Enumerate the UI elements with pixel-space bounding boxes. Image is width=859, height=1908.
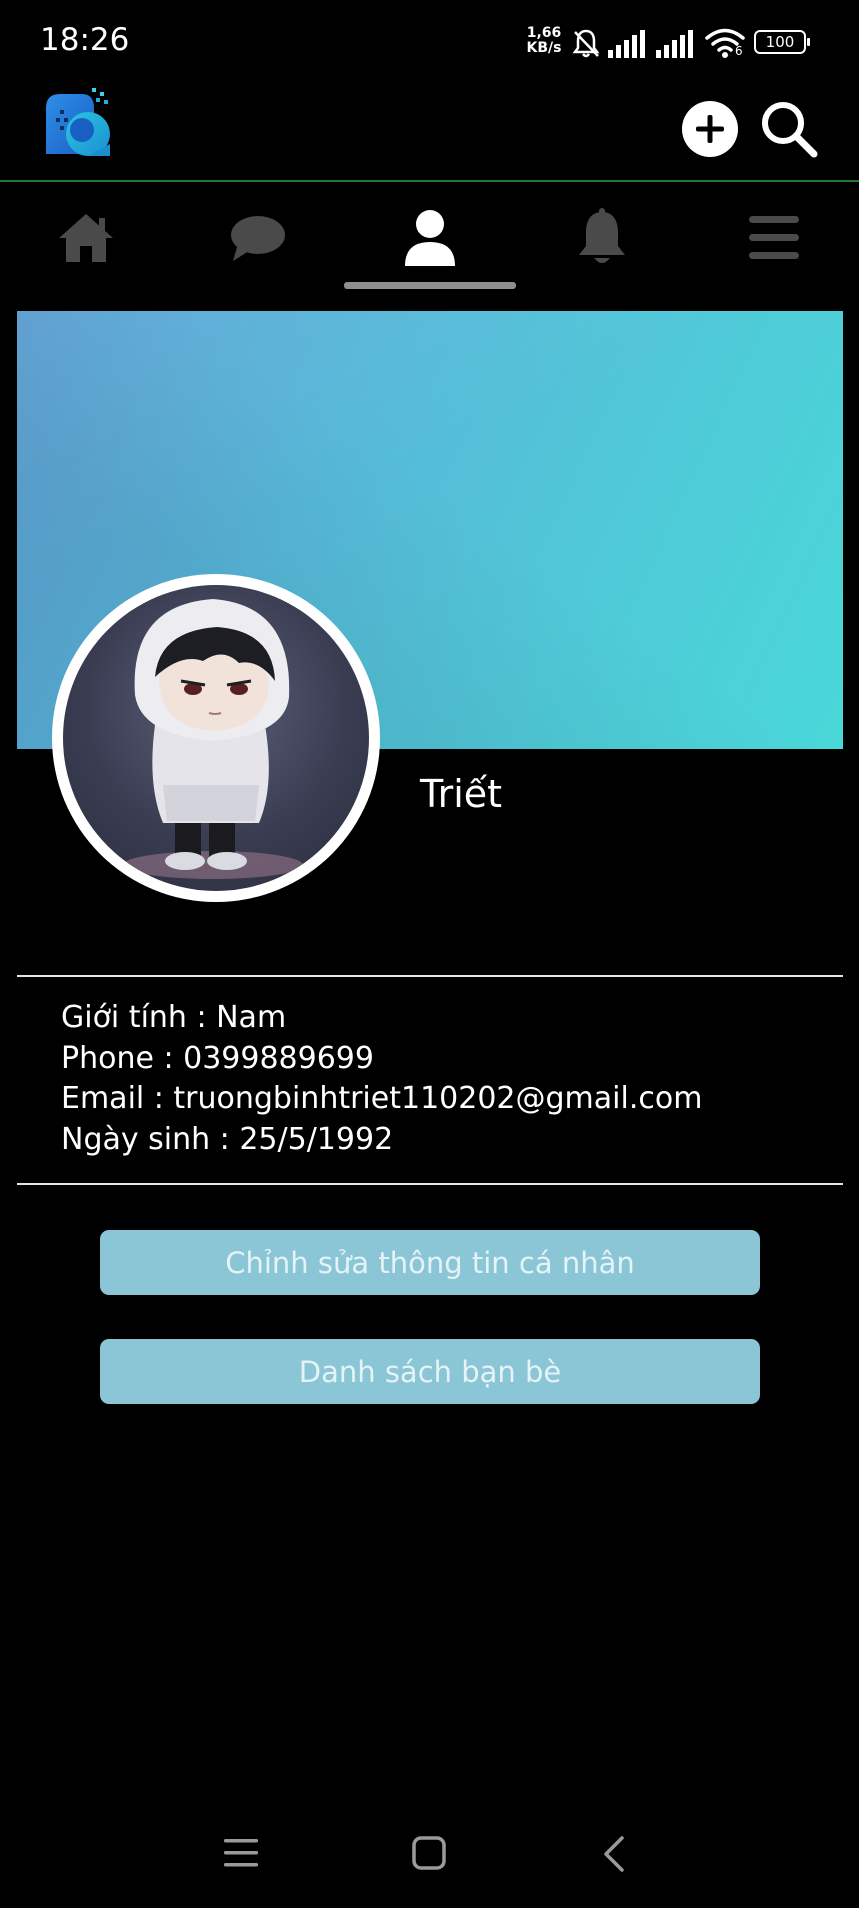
menu-icon (749, 216, 799, 259)
system-nav-bar (0, 1810, 859, 1908)
status-time: 18:26 (40, 22, 130, 58)
avatar-image (63, 585, 369, 891)
add-button[interactable] (682, 101, 738, 157)
avatar-figure-icon (123, 599, 303, 879)
tab-notifications[interactable] (516, 184, 688, 292)
top-bar (0, 84, 859, 182)
search-icon (762, 102, 818, 158)
network-speed: 1,66 KB/s (524, 26, 564, 56)
birthday-field: Ngày sinh : 25/5/1992 (61, 1121, 394, 1157)
edit-profile-button[interactable]: Chỉnh sửa thông tin cá nhân (100, 1230, 760, 1295)
bell-icon (579, 208, 625, 263)
main-nav (0, 184, 859, 292)
signal-icon-2 (656, 30, 693, 58)
friends-list-button[interactable]: Danh sách bạn bè (100, 1339, 760, 1404)
tab-profile[interactable] (344, 184, 516, 292)
back-icon[interactable] (602, 1836, 626, 1872)
tab-home[interactable] (0, 184, 172, 292)
plus-icon (696, 115, 724, 143)
search-button[interactable] (758, 98, 820, 160)
home-icon (59, 214, 113, 262)
network-speed-value: 1,66 (526, 25, 562, 41)
home-square-icon[interactable] (412, 1836, 446, 1870)
avatar[interactable] (52, 574, 380, 902)
bell-muted-icon (572, 29, 600, 58)
active-tab-indicator (344, 282, 516, 289)
profile-name: Triết (420, 772, 503, 816)
network-type-label: 6 (735, 44, 743, 58)
info-divider-top (17, 975, 843, 977)
status-bar: 18:26 1,66 KB/s 6 100 (0, 0, 859, 84)
app-logo-icon (46, 88, 110, 156)
tab-menu[interactable] (688, 184, 859, 292)
profile-info: Giới tính : Nam Phone : 0399889699 Email… (61, 998, 702, 1160)
tab-messages[interactable] (172, 184, 344, 292)
email-field: Email : truongbinhtriet110202@gmail.com (61, 1081, 703, 1116)
user-icon (405, 210, 455, 266)
signal-icon (608, 30, 645, 58)
network-speed-unit: KB/s (526, 40, 562, 56)
battery-indicator: 100 (754, 30, 810, 54)
info-divider-bottom (17, 1183, 843, 1185)
phone-field: Phone : 0399889699 (61, 1040, 374, 1076)
recents-icon[interactable] (224, 1838, 258, 1868)
chat-icon (231, 216, 285, 261)
gender-field: Giới tính : Nam (61, 1000, 287, 1035)
